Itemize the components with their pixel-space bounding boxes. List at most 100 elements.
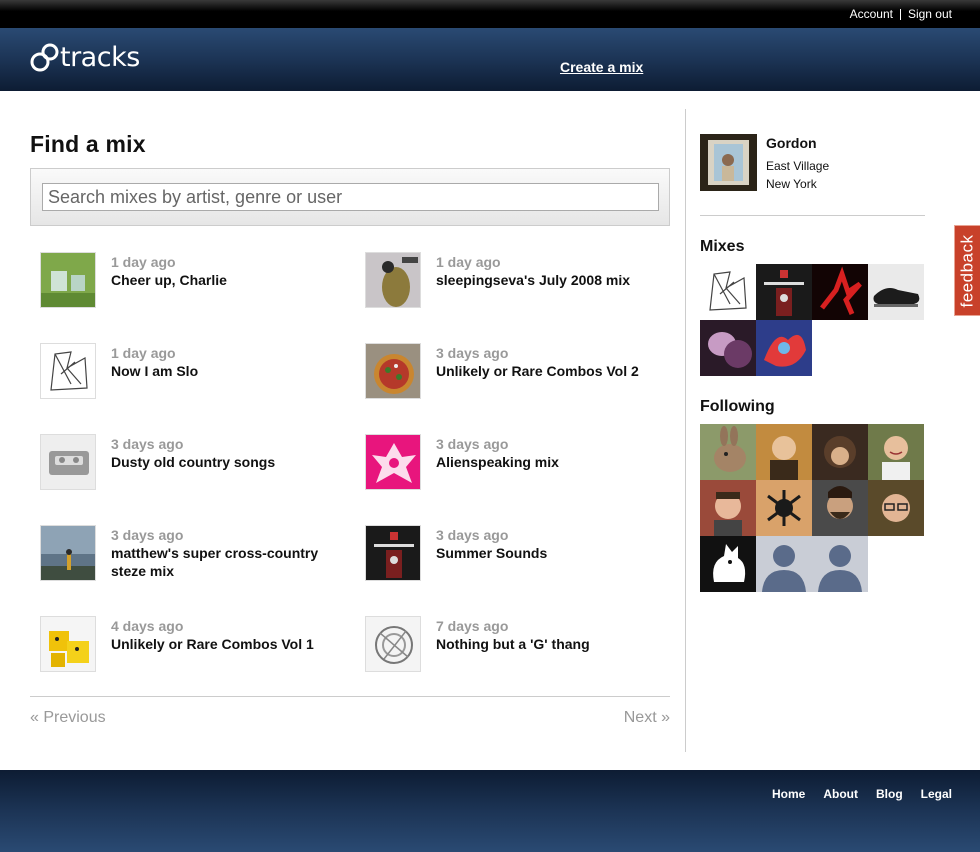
- mix-item[interactable]: 3 days ago matthew's super cross-country …: [40, 525, 350, 581]
- mix-info: 4 days ago Unlikely or Rare Combos Vol 1: [111, 616, 314, 672]
- profile-name[interactable]: Gordon: [766, 135, 829, 151]
- mix-item[interactable]: 3 days ago Dusty old country songs: [40, 434, 350, 490]
- mix-grid: 1 day ago Cheer up, Charlie 1 day ago sleep…: [30, 226, 670, 698]
- following-avatar[interactable]: [700, 424, 756, 480]
- mix-timestamp: 1 day ago: [111, 345, 176, 361]
- mix-artwork[interactable]: [365, 616, 421, 672]
- account-link[interactable]: Account: [850, 7, 893, 21]
- mix-info: 3 days ago Alienspeaking mix: [436, 434, 559, 490]
- pagination: « Previous Next »: [30, 696, 670, 727]
- mix-title[interactable]: Dusty old country songs: [111, 453, 275, 471]
- mix-info: 1 day ago Now I am Slo: [111, 343, 198, 399]
- mix-info: 3 days ago matthew's super cross-country …: [111, 525, 350, 581]
- mix-tile[interactable]: [812, 264, 868, 320]
- mix-artwork[interactable]: [365, 343, 421, 399]
- mix-title[interactable]: sleepingseva's July 2008 mix: [436, 271, 630, 289]
- sidebar: Gordon East Village New York Mixes Follo…: [700, 134, 925, 592]
- following-grid: [700, 424, 925, 592]
- footer-legal-link[interactable]: Legal: [921, 787, 952, 852]
- header: tracks Create a mix: [0, 28, 980, 91]
- following-avatar[interactable]: [756, 480, 812, 536]
- mix-artwork[interactable]: [40, 343, 96, 399]
- following-avatar[interactable]: [812, 480, 868, 536]
- mix-title[interactable]: Cheer up, Charlie: [111, 271, 227, 289]
- mix-tile[interactable]: [756, 320, 812, 376]
- create-mix-link[interactable]: Create a mix: [560, 59, 643, 75]
- mix-timestamp: 7 days ago: [436, 618, 509, 634]
- mix-artwork[interactable]: [40, 616, 96, 672]
- mixes-heading: Mixes: [700, 238, 745, 255]
- mix-item[interactable]: 1 day ago Now I am Slo: [40, 343, 350, 399]
- following-heading: Following: [700, 398, 775, 415]
- footer-blog-link[interactable]: Blog: [876, 787, 903, 852]
- mix-timestamp: 3 days ago: [111, 527, 184, 543]
- logo[interactable]: tracks: [30, 42, 140, 73]
- mix-title[interactable]: Unlikely or Rare Combos Vol 1: [111, 635, 314, 653]
- mix-timestamp: 3 days ago: [436, 436, 509, 452]
- mix-title[interactable]: Alienspeaking mix: [436, 453, 559, 471]
- mix-title[interactable]: Summer Sounds: [436, 544, 547, 562]
- footer-about-link[interactable]: About: [823, 787, 858, 852]
- main: Find a mix 1 day agoCheer up, Charlie1 d…: [0, 91, 980, 770]
- search-input[interactable]: [42, 183, 659, 211]
- mix-info: 7 days ago Nothing but a 'G' thang: [436, 616, 590, 672]
- avatar[interactable]: [700, 134, 757, 191]
- feedback-tab[interactable]: feedback: [954, 225, 980, 316]
- mix-timestamp: 3 days ago: [436, 527, 509, 543]
- mix-artwork[interactable]: [365, 252, 421, 308]
- following-avatar[interactable]: [756, 536, 812, 592]
- profile-location: East Village New York: [766, 157, 829, 193]
- mix-item[interactable]: 7 days ago Nothing but a 'G' thang: [365, 616, 675, 672]
- top-bar: Account Sign out: [0, 0, 980, 28]
- profile-info: Gordon East Village New York: [766, 134, 829, 215]
- mix-title[interactable]: Unlikely or Rare Combos Vol 2: [436, 362, 639, 380]
- mix-info: 1 day ago sleepingseva's July 2008 mix: [436, 252, 630, 308]
- mix-artwork[interactable]: [40, 525, 96, 581]
- following-avatar[interactable]: [756, 424, 812, 480]
- separator: [899, 8, 901, 20]
- mix-timestamp: 3 days ago: [436, 345, 509, 361]
- mix-item[interactable]: 3 days ago Alienspeaking mix: [365, 434, 675, 490]
- mix-timestamp: 3 days ago: [111, 436, 184, 452]
- mix-artwork[interactable]: [40, 252, 96, 308]
- mix-artwork[interactable]: [40, 434, 96, 490]
- find-section: Find a mix 1 day agoCheer up, Charlie1 d…: [30, 109, 670, 726]
- following-avatar[interactable]: [812, 424, 868, 480]
- mix-info: 3 days ago Dusty old country songs: [111, 434, 275, 490]
- location-city: New York: [766, 177, 817, 191]
- next-link[interactable]: Next »: [624, 709, 670, 727]
- following-avatar[interactable]: [812, 536, 868, 592]
- sign-out-link[interactable]: Sign out: [908, 7, 952, 21]
- mix-tile[interactable]: [868, 264, 924, 320]
- mix-info: 1 day ago Cheer up, Charlie: [111, 252, 227, 308]
- following-avatar[interactable]: [700, 480, 756, 536]
- mix-item[interactable]: 4 days ago Unlikely or Rare Combos Vol 1: [40, 616, 350, 672]
- location-neighborhood: East Village: [766, 159, 830, 173]
- mix-info: 3 days ago Unlikely or Rare Combos Vol 2: [436, 343, 639, 399]
- mix-item[interactable]: 3 days ago Unlikely or Rare Combos Vol 2: [365, 343, 675, 399]
- following-avatar[interactable]: [868, 424, 924, 480]
- mix-timestamp: 1 day ago: [111, 254, 176, 270]
- profile-card: Gordon East Village New York: [700, 134, 925, 216]
- mix-tile[interactable]: [700, 264, 756, 320]
- following-avatar[interactable]: [700, 536, 756, 592]
- mix-item[interactable]: 1 day ago Cheer up, Charlie: [40, 252, 350, 308]
- mix-item[interactable]: 1 day ago sleepingseva's July 2008 mix: [365, 252, 675, 308]
- following-avatar[interactable]: [868, 480, 924, 536]
- mix-timestamp: 1 day ago: [436, 254, 501, 270]
- mix-title[interactable]: matthew's super cross-country steze mix: [111, 544, 350, 580]
- mix-info: 3 days ago Summer Sounds: [436, 525, 547, 581]
- previous-link[interactable]: « Previous: [30, 709, 106, 727]
- logo-icon: [30, 43, 59, 71]
- mix-timestamp: 4 days ago: [111, 618, 184, 634]
- mix-artwork[interactable]: [365, 525, 421, 581]
- mix-title[interactable]: Nothing but a 'G' thang: [436, 635, 590, 653]
- mix-tile[interactable]: [756, 264, 812, 320]
- footer: Home About Blog Legal: [0, 770, 980, 852]
- mix-tile[interactable]: [700, 320, 756, 376]
- mix-title[interactable]: Now I am Slo: [111, 362, 198, 380]
- mix-item[interactable]: 3 days ago Summer Sounds: [365, 525, 675, 581]
- column-divider: [685, 109, 686, 752]
- mix-artwork[interactable]: [365, 434, 421, 490]
- footer-home-link[interactable]: Home: [772, 787, 805, 852]
